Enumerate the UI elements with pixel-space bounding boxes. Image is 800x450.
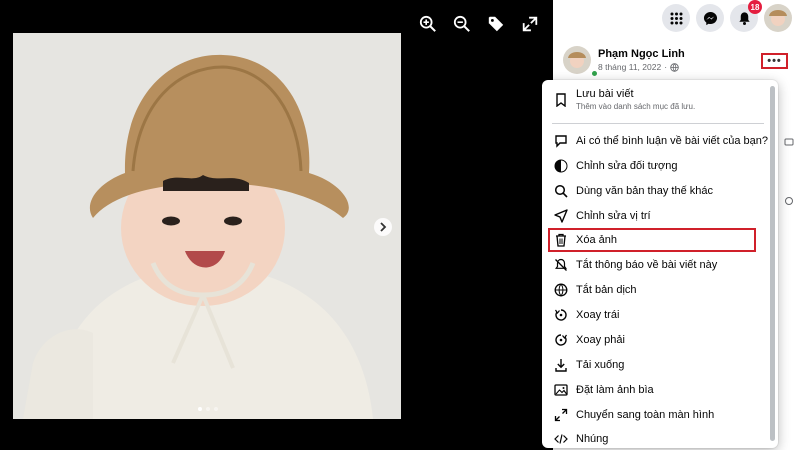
author-block: Phạm Ngọc Linh 8 tháng 11, 2022 ·	[598, 48, 685, 72]
menu-item-label: Nhúng	[576, 433, 609, 445]
menu-item-rotate-left[interactable]: Xoay trái	[548, 308, 764, 322]
fullscreen-button[interactable]	[517, 12, 543, 36]
menu-item-label: Xóa ảnh	[576, 234, 617, 246]
chevron-right-icon	[380, 222, 387, 232]
menu-item-edit-audience[interactable]: Chỉnh sửa đối tượng	[548, 159, 764, 173]
carousel-dot[interactable]	[214, 407, 218, 411]
more-label: •••	[767, 55, 782, 67]
search-icon	[554, 184, 568, 198]
menu-item-alt-text[interactable]: Dùng văn bản thay thế khác	[548, 184, 764, 198]
rotate-left-icon	[555, 309, 567, 321]
notifications-button[interactable]: 18	[730, 0, 762, 32]
bookmark-icon	[556, 92, 566, 107]
menu-item-mute-notifications[interactable]: Tắt thông báo về bài viết này	[548, 258, 764, 272]
menu-item-rotate-right[interactable]: Xoay phải	[548, 333, 764, 347]
menu-item-label: Xoay phải	[576, 334, 625, 346]
fullscreen-icon	[522, 16, 538, 32]
carousel-dot[interactable]	[206, 407, 210, 411]
rotate-right-icon	[555, 334, 567, 346]
menu-item-label: Tải xuống	[576, 359, 625, 371]
menu-divider	[552, 123, 764, 124]
download-icon	[555, 359, 567, 372]
carousel-dot[interactable]	[198, 407, 202, 411]
menu-item-fullscreen[interactable]: Chuyển sang toàn màn hình	[548, 408, 764, 422]
tag-button[interactable]	[483, 12, 509, 36]
menu-button[interactable]	[662, 4, 690, 32]
zoom-out-icon	[453, 15, 470, 32]
bell-off-icon	[555, 258, 567, 271]
menu-item-label: Lưu bài viết	[576, 88, 634, 100]
menu-item-label: Ai có thể bình luận về bài viết của bạn?	[576, 135, 769, 147]
photo[interactable]	[13, 33, 401, 419]
menu-item-sublabel: Thêm vào danh sách mục đã lưu.	[576, 102, 696, 111]
menu-item-edit-location[interactable]: Chỉnh sửa vị trí	[548, 209, 764, 223]
grid-menu-icon	[670, 12, 682, 24]
top-navigation: 18	[654, 0, 800, 36]
menu-item-download[interactable]: Tải xuống	[548, 358, 764, 372]
comment-icon	[784, 138, 794, 146]
menu-item-embed[interactable]: Nhúng	[548, 432, 764, 446]
avatar-image	[764, 4, 792, 32]
messenger-icon	[703, 11, 717, 25]
globe-icon	[670, 62, 679, 72]
photo-viewer	[0, 0, 553, 450]
zoom-out-button[interactable]	[449, 12, 475, 36]
bell-icon	[738, 11, 750, 25]
embed-icon	[554, 434, 568, 444]
next-photo-button[interactable]	[374, 218, 392, 236]
location-icon	[554, 209, 568, 223]
globe-icon	[554, 283, 568, 297]
carousel-dots	[198, 407, 218, 411]
menu-item-who-can-comment[interactable]: Ai có thể bình luận về bài viết của bạn?	[548, 134, 768, 148]
viewer-toolbar	[415, 12, 543, 36]
tag-icon	[488, 16, 504, 32]
post-options-menu: Lưu bài viết Thêm vào danh sách mục đã l…	[542, 80, 778, 448]
baby-photo-image	[13, 33, 401, 419]
zoom-in-icon	[419, 15, 436, 32]
more-options-button[interactable]: •••	[761, 53, 788, 69]
trash-icon	[556, 233, 566, 247]
fullscreen-icon	[554, 408, 568, 422]
post-meta: 8 tháng 11, 2022 ·	[598, 62, 685, 72]
audience-icon	[554, 159, 568, 173]
menu-item-save-post[interactable]: Lưu bài viết Thêm vào danh sách mục đã l…	[548, 88, 764, 111]
post-header: Phạm Ngọc Linh 8 tháng 11, 2022 ·	[563, 46, 685, 74]
menu-item-delete-photo[interactable]: Xóa ảnh	[548, 233, 764, 247]
menu-item-set-cover-photo[interactable]: Đặt làm ảnh bìa	[548, 383, 764, 397]
avatar-image	[563, 46, 591, 74]
menu-item-label: Đặt làm ảnh bìa	[576, 384, 654, 396]
menu-item-label: Xoay trái	[576, 309, 620, 321]
menu-scrollbar[interactable]	[770, 86, 775, 441]
image-icon	[554, 384, 568, 396]
menu-item-label: Chuyển sang toàn màn hình	[576, 409, 715, 421]
settings-icon	[785, 197, 793, 205]
author-name[interactable]: Phạm Ngọc Linh	[598, 48, 685, 60]
menu-item-label: Chỉnh sửa vị trí	[576, 210, 651, 222]
notifications-badge: 18	[748, 0, 762, 14]
account-avatar[interactable]	[764, 4, 792, 32]
menu-item-label: Chỉnh sửa đối tượng	[576, 160, 678, 172]
menu-item-label: Dùng văn bản thay thế khác	[576, 185, 713, 197]
zoom-in-button[interactable]	[415, 12, 441, 36]
comment-icon	[555, 135, 567, 148]
online-indicator	[591, 70, 598, 77]
author-avatar[interactable]	[563, 46, 591, 74]
menu-item-turn-off-translation[interactable]: Tắt bản dịch	[548, 283, 764, 297]
menu-item-label: Tắt thông báo về bài viết này	[576, 259, 718, 271]
menu-item-label: Tắt bản dịch	[576, 284, 637, 296]
post-date[interactable]: 8 tháng 11, 2022	[598, 62, 661, 72]
messenger-button[interactable]	[696, 4, 724, 32]
